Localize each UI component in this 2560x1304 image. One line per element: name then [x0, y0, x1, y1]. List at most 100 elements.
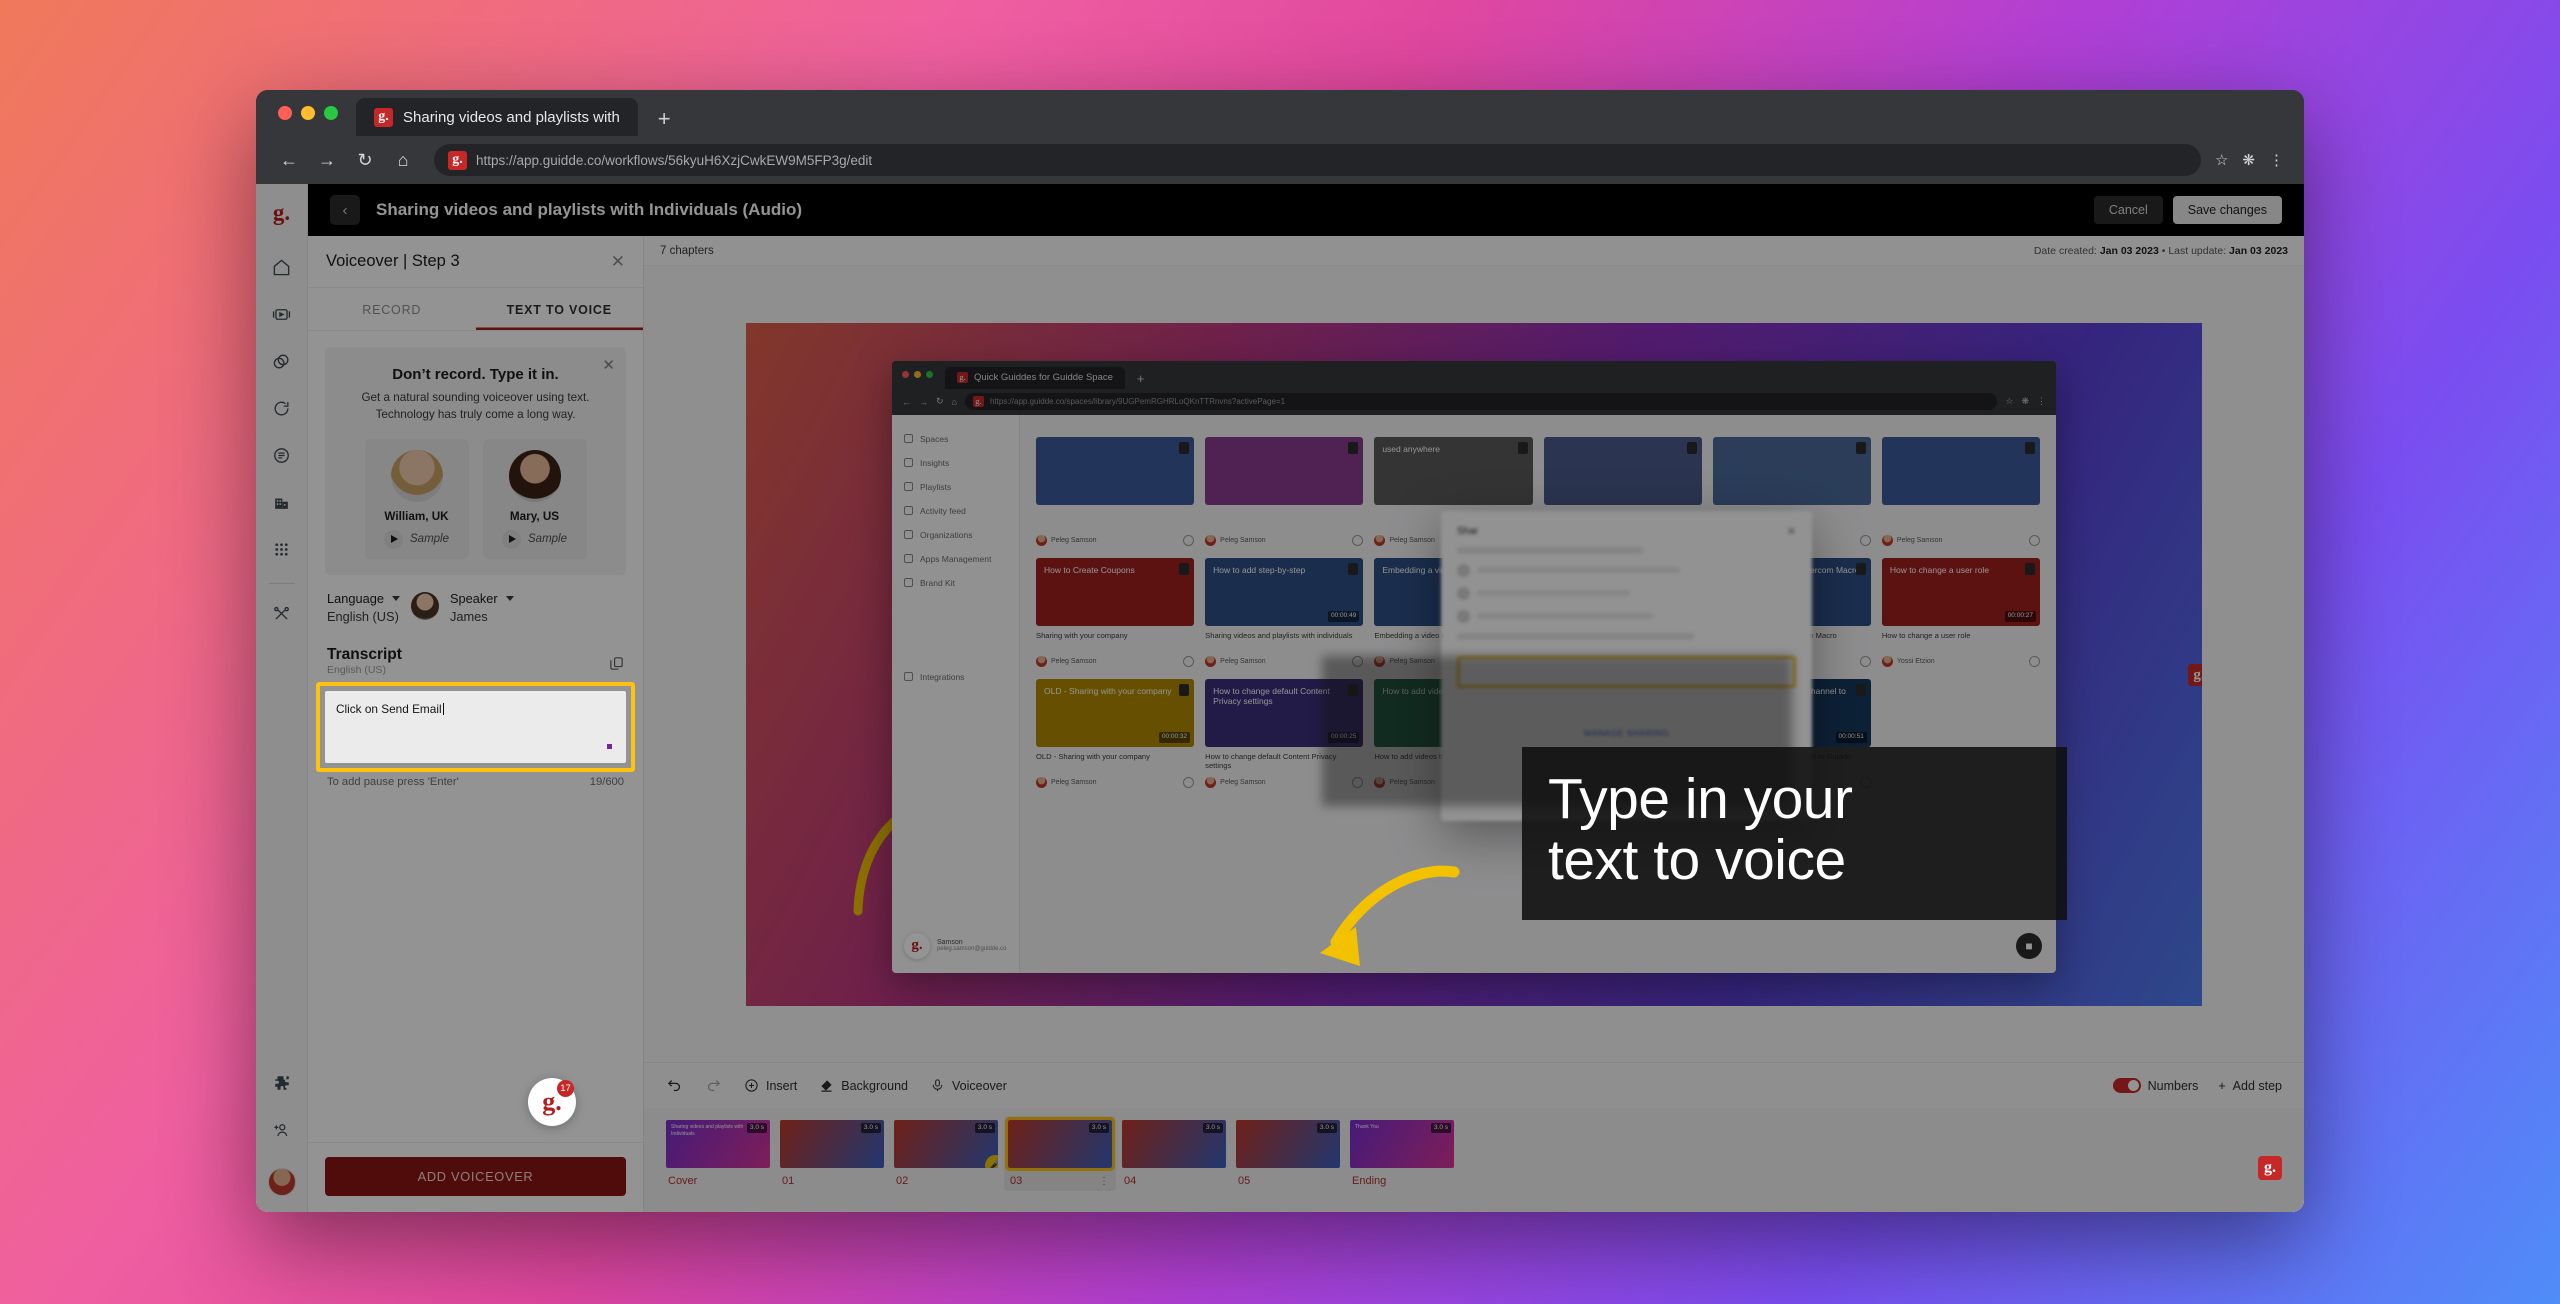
inner-card-caption	[1205, 510, 1363, 530]
transcript-input[interactable]: Click on Send Email	[325, 690, 626, 763]
filmstrip-thumbnail[interactable]: 3.0 s	[1122, 1120, 1226, 1168]
sidebar-item-home[interactable]	[263, 248, 301, 286]
filmstrip-more-icon[interactable]: ⋮	[1099, 1176, 1110, 1187]
sidebar-item-feed[interactable]	[263, 436, 301, 474]
filmstrip-label: 02	[896, 1175, 909, 1187]
add-voiceover-button[interactable]: ADD VOICEOVER	[325, 1157, 626, 1196]
promo-heading: Don’t record. Type it in.	[392, 366, 559, 383]
filmstrip-thumbnail[interactable]: Thank You 3.0 s	[1350, 1120, 1454, 1168]
minimize-window-button[interactable]	[301, 106, 315, 120]
numbers-label: Numbers	[2147, 1078, 2199, 1093]
filmstrip[interactable]: Sharing videos and playlists with Indivi…	[644, 1108, 2304, 1212]
transcript-hint: To add pause press 'Enter'	[327, 775, 459, 788]
filmstrip-frame[interactable]: 3.0 s 🎤 02	[894, 1120, 998, 1187]
back-icon[interactable]: ←	[272, 143, 306, 177]
browser-tab[interactable]: g. Sharing videos and playlists with	[356, 98, 638, 136]
inner-guidde-logo: g.	[911, 937, 923, 953]
sidebar-item-playlists[interactable]	[263, 342, 301, 380]
inner-card-author-name: Peleg Samson	[1389, 536, 1435, 544]
close-panel-icon[interactable]: ✕	[611, 252, 625, 272]
filmstrip-frame[interactable]: 3.0 s 05	[1236, 1120, 1340, 1187]
language-select[interactable]: Language English (US)	[327, 591, 400, 624]
sidebar-item-activity[interactable]	[263, 389, 301, 427]
new-tab-button[interactable]: +	[644, 108, 685, 136]
back-button[interactable]: ‹	[330, 195, 360, 225]
maximize-window-button[interactable]	[324, 106, 338, 120]
filmstrip-thumbnail[interactable]: 3.0 s	[1236, 1120, 1340, 1168]
filmstrip-thumbnail[interactable]: 3.0 s 🎤	[894, 1120, 998, 1168]
inner-card-caption	[1036, 510, 1194, 530]
filmstrip-frame[interactable]: 3.0 s 03 ⋮	[1004, 1116, 1116, 1191]
voice-card-mary[interactable]: Mary, US Sample	[482, 438, 587, 559]
inner-card-avatar	[1205, 776, 1217, 788]
caption-overlay[interactable]: Type in your text to voice	[1522, 746, 2067, 920]
close-window-button[interactable]	[278, 106, 292, 120]
sidebar-item-apps-management[interactable]	[263, 530, 301, 568]
play-sample-mary[interactable]: Sample	[502, 529, 567, 549]
reload-icon[interactable]: ↻	[348, 143, 382, 177]
inner-card-duration: 00:00:49	[1328, 611, 1360, 622]
play-icon[interactable]	[384, 529, 403, 549]
tab-text-to-voice[interactable]: TEXT TO VOICE	[476, 288, 644, 330]
tab-record[interactable]: RECORD	[308, 288, 476, 330]
inner-site-favicon: g.	[972, 396, 984, 407]
inner-card: Peleg Samson	[1881, 436, 2040, 546]
inner-card-author-name: Peleg Samson	[1051, 657, 1097, 665]
browser-tab-title: Sharing videos and playlists with	[403, 108, 620, 126]
sharing-modal-title: Shar	[1457, 525, 1479, 537]
home-icon[interactable]: ⌂	[386, 143, 420, 177]
play-sample-william[interactable]: Sample	[384, 529, 449, 549]
undo-button[interactable]	[666, 1077, 683, 1094]
filmstrip-label-row: Cover	[666, 1175, 770, 1187]
browser-window: g. Sharing videos and playlists with + ←…	[256, 90, 2304, 1212]
filmstrip-frame[interactable]: 3.0 s 01	[780, 1120, 884, 1187]
background-button[interactable]: Background	[819, 1078, 908, 1093]
filmstrip-frame[interactable]: Sharing videos and playlists with Indivi…	[666, 1120, 770, 1187]
inner-sidebar-icon	[904, 506, 913, 515]
copy-icon[interactable]	[609, 656, 624, 676]
sidebar-item-brand-kit[interactable]	[263, 594, 301, 632]
speaker-select[interactable]: Speaker James	[450, 591, 514, 624]
extensions-icon[interactable]: ❋	[2242, 151, 2255, 169]
cancel-button[interactable]: Cancel	[2093, 196, 2163, 224]
window-controls[interactable]	[274, 90, 350, 136]
inner-user-name: Samson	[937, 939, 963, 946]
inner-card-caption: Sharing videos and playlists with indivi…	[1205, 630, 1353, 640]
user-avatar[interactable]	[267, 1168, 296, 1196]
filmstrip-label-row: 05	[1236, 1175, 1340, 1187]
chevron-down-icon[interactable]	[505, 595, 514, 601]
numbers-toggle-switch[interactable]	[2112, 1078, 2141, 1093]
filmstrip-thumbnail[interactable]: 3.0 s	[1005, 1117, 1115, 1171]
chevron-down-icon[interactable]	[391, 595, 400, 601]
step-canvas[interactable]: 03 Click on “Send email”	[746, 322, 2202, 1006]
play-icon[interactable]	[502, 529, 521, 549]
sidebar-item-organizations[interactable]	[263, 483, 301, 521]
menu-icon[interactable]: ⋮	[2269, 151, 2284, 169]
star-icon[interactable]: ☆	[2215, 151, 2228, 169]
filmstrip-frame[interactable]: Thank You 3.0 s Ending	[1350, 1120, 1454, 1187]
speaker-value: James	[449, 608, 488, 624]
inner-sidebar-icon	[904, 530, 913, 539]
save-changes-button[interactable]: Save changes	[2172, 196, 2282, 224]
guidde-help-badge[interactable]: g. 17	[528, 1078, 576, 1126]
filmstrip-thumbnail[interactable]: Sharing videos and playlists with Indivi…	[666, 1120, 770, 1168]
voiceover-button[interactable]: Voiceover	[930, 1078, 1007, 1093]
integrations-icon[interactable]	[263, 1064, 301, 1102]
address-bar[interactable]: g. https://app.guidde.co/workflows/56kyu…	[434, 144, 2201, 176]
insert-button[interactable]: Insert	[744, 1078, 797, 1093]
close-promo-icon[interactable]: ✕	[602, 356, 615, 374]
redo-button[interactable]	[705, 1077, 722, 1094]
sidebar-item-videos[interactable]	[263, 295, 301, 333]
forward-icon[interactable]: →	[310, 143, 344, 177]
inner-card-list-icon	[1855, 562, 1866, 575]
numbers-toggle[interactable]: Numbers	[2112, 1078, 2199, 1093]
chapters-count: 7 chapters	[660, 244, 714, 257]
guidde-logo[interactable]: g.	[273, 200, 290, 226]
voice-card-william[interactable]: William, UK Sample	[364, 438, 469, 559]
filmstrip-thumbnail[interactable]: 3.0 s	[780, 1120, 884, 1168]
resize-handle[interactable]	[607, 743, 612, 749]
add-step-button[interactable]: + Add step	[2218, 1079, 2282, 1093]
filmstrip-frame[interactable]: 3.0 s 04	[1122, 1120, 1226, 1187]
invite-user-icon[interactable]	[263, 1111, 301, 1149]
promo-line-2: Technology has truly come a long way.	[375, 407, 576, 421]
